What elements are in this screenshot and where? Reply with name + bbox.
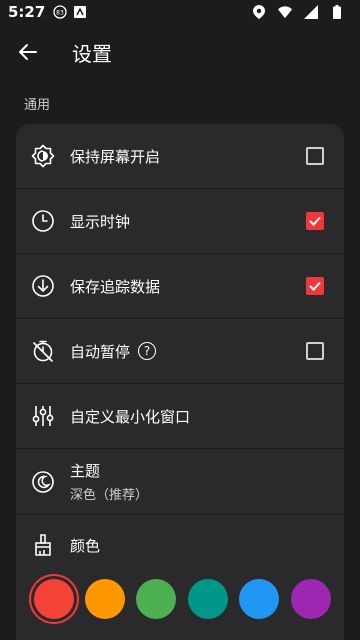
setting-label: 保存追踪数据 (70, 277, 161, 296)
setting-custom-minimize-window[interactable]: 自定义最小化窗口 (16, 384, 344, 449)
settings-card: 保持屏幕开启 显示时钟 保存追踪数据 自动暂停 ? 自定义最小化窗口 主题 深色… (16, 124, 344, 640)
sliders-icon (16, 384, 70, 449)
setting-color: 颜色 (16, 515, 344, 575)
clock-icon (16, 189, 70, 254)
setting-label: 自定义最小化窗口 (70, 407, 191, 426)
save-tracking-checkbox[interactable] (306, 277, 324, 295)
color-swatches (16, 575, 344, 625)
notification-badge-icon: 83 (53, 5, 67, 19)
battery-icon (330, 5, 344, 19)
help-button[interactable]: ? (138, 342, 157, 360)
setting-keep-screen-on[interactable]: 保持屏幕开启 (16, 124, 344, 189)
arrow-back-icon (19, 44, 37, 60)
color-swatch-orange[interactable] (85, 579, 125, 619)
auto-pause-checkbox[interactable] (306, 342, 324, 360)
timer-off-icon (16, 319, 70, 384)
wifi-icon (278, 5, 292, 19)
theme-value: 深色（推荐） (70, 488, 149, 503)
setting-label: 显示时钟 (70, 212, 131, 231)
setting-label: 保持屏幕开启 (70, 147, 161, 166)
setting-label: 颜色 (70, 536, 101, 555)
color-swatch-red[interactable] (34, 579, 74, 619)
keep-screen-on-checkbox[interactable] (306, 147, 324, 165)
checkmark-icon (309, 216, 321, 226)
moon-icon (16, 449, 70, 514)
section-label-general: 通用 (24, 98, 51, 113)
brush-icon (16, 513, 70, 578)
screen-brightness-icon (16, 124, 70, 189)
color-swatch-teal[interactable] (188, 579, 228, 619)
back-button[interactable] (0, 24, 56, 80)
color-swatch-purple[interactable] (291, 579, 331, 619)
help-icon: ? (143, 344, 151, 358)
location-icon (252, 5, 266, 19)
notification-badge-text: 83 (56, 10, 64, 17)
signal-icon (304, 5, 318, 19)
page-title: 设置 (72, 41, 112, 66)
setting-save-tracking-data[interactable]: 保存追踪数据 (16, 254, 344, 319)
setting-label: 自动暂停 (70, 342, 131, 361)
download-icon (16, 254, 70, 319)
show-clock-checkbox[interactable] (306, 212, 324, 230)
setting-label: 主题 (70, 462, 101, 480)
status-time: 5:27 (8, 3, 46, 21)
app-bar: 设置 (0, 24, 360, 80)
status-bar: 5:27 83 (0, 0, 360, 24)
app-notification-icon (73, 5, 87, 19)
setting-theme[interactable]: 主题 深色（推荐） (16, 449, 344, 515)
setting-auto-pause[interactable]: 自动暂停 ? (16, 319, 344, 384)
color-swatch-blue[interactable] (239, 579, 279, 619)
setting-show-clock[interactable]: 显示时钟 (16, 189, 344, 254)
color-swatch-green[interactable] (136, 579, 176, 619)
checkmark-icon (309, 281, 321, 291)
